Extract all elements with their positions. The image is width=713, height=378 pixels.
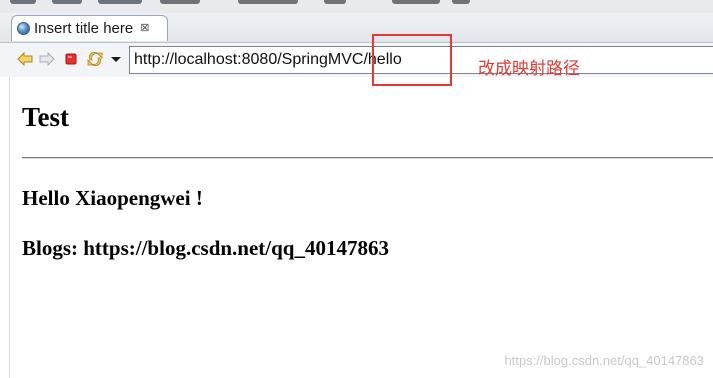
url-input[interactable] <box>130 51 713 69</box>
stop-icon[interactable] <box>63 51 79 67</box>
forward-arrow-icon[interactable] <box>39 51 55 67</box>
annotation-text: 改成映射路径 <box>478 59 580 78</box>
page-viewport <box>0 77 713 378</box>
editor-tab-bar: Insert title here ⊠ <box>0 13 713 43</box>
cropped-toolbar-glyph <box>52 0 82 4</box>
back-arrow-icon[interactable] <box>17 51 33 67</box>
close-tab-icon[interactable]: ⊠ <box>140 23 149 34</box>
cropped-toolbar-glyph <box>392 0 440 4</box>
cropped-toolbar-glyph <box>160 0 200 4</box>
watermark: https://blog.csdn.net/qq_40147863 <box>504 353 705 368</box>
cropped-toolbar-glyph <box>98 0 142 4</box>
cropped-toolbar-glyph <box>324 0 346 4</box>
cropped-toolbar-glyph <box>10 0 36 4</box>
tab-title: Insert title here <box>34 20 134 37</box>
horizontal-rule <box>22 157 713 159</box>
refresh-icon[interactable] <box>87 51 103 67</box>
viewport-left-border <box>9 77 10 378</box>
window-top-strip <box>0 0 713 13</box>
page-heading: Test <box>22 102 70 132</box>
dropdown-triangle-icon[interactable] <box>108 51 124 67</box>
browser-toolbar <box>0 43 713 77</box>
browser-tab[interactable]: Insert title here ⊠ <box>11 15 168 41</box>
cropped-toolbar-glyph <box>452 0 470 4</box>
blog-link-text: Blogs: https://blog.csdn.net/qq_40147863 <box>22 236 389 260</box>
address-bar[interactable] <box>129 46 713 74</box>
globe-icon <box>17 22 30 35</box>
greeting-text: Hello Xiaopengwei ! <box>22 186 203 210</box>
cropped-toolbar-glyph <box>238 0 298 4</box>
